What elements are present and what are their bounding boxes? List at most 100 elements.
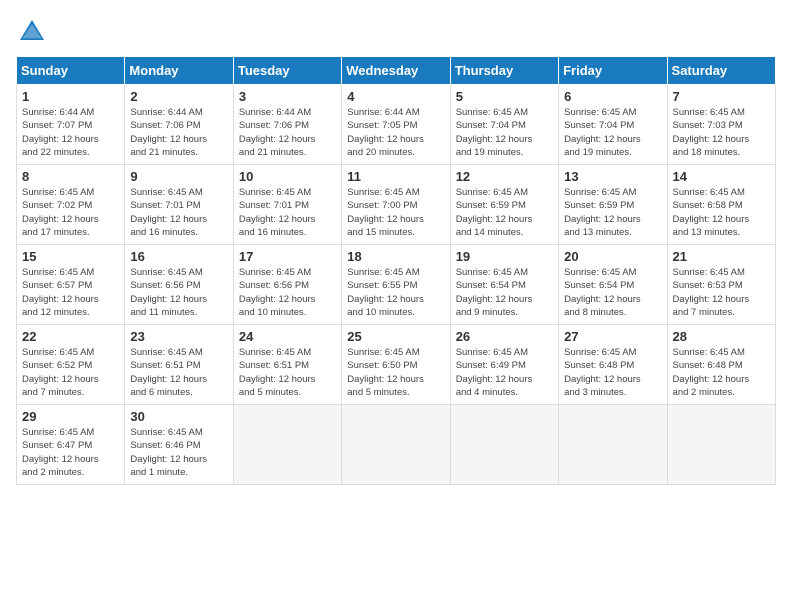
day-cell: 18 Sunrise: 6:45 AMSunset: 6:55 PMDayligh… [342, 245, 450, 325]
day-number: 20 [564, 249, 661, 264]
day-cell: 3 Sunrise: 6:44 AMSunset: 7:06 PMDaylight… [233, 85, 341, 165]
day-cell: 17 Sunrise: 6:45 AMSunset: 6:56 PMDayligh… [233, 245, 341, 325]
day-cell: 19Sunrise: 6:45 AMSunset: 6:54 PMDayligh… [450, 245, 558, 325]
day-cell: 28 Sunrise: 6:45 AMSunset: 6:48 PMDayligh… [667, 325, 775, 405]
week-row: 22 Sunrise: 6:45 AMSunset: 6:52 PMDayligh… [17, 325, 776, 405]
day-number: 3 [239, 89, 336, 104]
day-number: 14 [673, 169, 770, 184]
day-number: 24 [239, 329, 336, 344]
day-info: Sunrise: 6:45 AMSunset: 7:00 PMDaylight:… [347, 186, 444, 239]
day-cell: 7 Sunrise: 6:45 AMSunset: 7:03 PMDaylight… [667, 85, 775, 165]
day-info: Sunrise: 6:45 AMSunset: 6:57 PMDaylight:… [22, 266, 119, 319]
day-cell [667, 405, 775, 485]
day-cell: 11Sunrise: 6:45 AMSunset: 7:00 PMDayligh… [342, 165, 450, 245]
header-cell-thursday: Thursday [450, 57, 558, 85]
logo [16, 16, 52, 48]
day-info: Sunrise: 6:45 AMSunset: 6:46 PMDaylight:… [130, 426, 227, 479]
day-number: 25 [347, 329, 444, 344]
day-info: Sunrise: 6:45 AMSunset: 6:59 PMDaylight:… [564, 186, 661, 239]
day-cell: 20 Sunrise: 6:45 AMSunset: 6:54 PMDayligh… [559, 245, 667, 325]
day-info: Sunrise: 6:45 AMSunset: 7:03 PMDaylight:… [673, 106, 770, 159]
header-cell-wednesday: Wednesday [342, 57, 450, 85]
day-number: 30 [130, 409, 227, 424]
header-cell-monday: Monday [125, 57, 233, 85]
day-number: 22 [22, 329, 119, 344]
day-cell: 22 Sunrise: 6:45 AMSunset: 6:52 PMDayligh… [17, 325, 125, 405]
header-cell-saturday: Saturday [667, 57, 775, 85]
day-cell [559, 405, 667, 485]
logo-icon [16, 16, 48, 48]
day-cell: 6 Sunrise: 6:45 AMSunset: 7:04 PMDaylight… [559, 85, 667, 165]
day-info: Sunrise: 6:45 AMSunset: 7:04 PMDaylight:… [564, 106, 661, 159]
day-info: Sunrise: 6:44 AMSunset: 7:06 PMDaylight:… [130, 106, 227, 159]
day-info: Sunrise: 6:45 AMSunset: 6:51 PMDaylight:… [239, 346, 336, 399]
day-number: 9 [130, 169, 227, 184]
day-info: Sunrise: 6:45 AMSunset: 6:49 PMDaylight:… [456, 346, 553, 399]
day-info: Sunrise: 6:44 AMSunset: 7:07 PMDaylight:… [22, 106, 119, 159]
day-number: 19 [456, 249, 553, 264]
header-row: SundayMondayTuesdayWednesdayThursdayFrid… [17, 57, 776, 85]
day-number: 10 [239, 169, 336, 184]
day-cell: 4Sunrise: 6:44 AMSunset: 7:05 PMDaylight… [342, 85, 450, 165]
day-cell: 23 Sunrise: 6:45 AMSunset: 6:51 PMDayligh… [125, 325, 233, 405]
day-info: Sunrise: 6:45 AMSunset: 6:54 PMDaylight:… [564, 266, 661, 319]
day-number: 7 [673, 89, 770, 104]
day-info: Sunrise: 6:45 AMSunset: 7:01 PMDaylight:… [239, 186, 336, 239]
day-cell: 29 Sunrise: 6:45 AMSunset: 6:47 PMDayligh… [17, 405, 125, 485]
day-number: 5 [456, 89, 553, 104]
day-cell: 21 Sunrise: 6:45 AMSunset: 6:53 PMDayligh… [667, 245, 775, 325]
day-info: Sunrise: 6:45 AMSunset: 6:48 PMDaylight:… [564, 346, 661, 399]
day-number: 2 [130, 89, 227, 104]
day-cell: 27 Sunrise: 6:45 AMSunset: 6:48 PMDayligh… [559, 325, 667, 405]
week-row: 15 Sunrise: 6:45 AMSunset: 6:57 PMDayligh… [17, 245, 776, 325]
calendar-body: 1Sunrise: 6:44 AMSunset: 7:07 PMDaylight… [17, 85, 776, 485]
day-info: Sunrise: 6:45 AMSunset: 6:53 PMDaylight:… [673, 266, 770, 319]
day-number: 23 [130, 329, 227, 344]
calendar: SundayMondayTuesdayWednesdayThursdayFrid… [16, 56, 776, 485]
day-info: Sunrise: 6:45 AMSunset: 6:58 PMDaylight:… [673, 186, 770, 239]
header [16, 16, 776, 48]
day-info: Sunrise: 6:45 AMSunset: 6:47 PMDaylight:… [22, 426, 119, 479]
day-info: Sunrise: 6:45 AMSunset: 6:51 PMDaylight:… [130, 346, 227, 399]
day-cell: 16 Sunrise: 6:45 AMSunset: 6:56 PMDayligh… [125, 245, 233, 325]
day-number: 17 [239, 249, 336, 264]
day-cell: 1Sunrise: 6:44 AMSunset: 7:07 PMDaylight… [17, 85, 125, 165]
day-info: Sunrise: 6:45 AMSunset: 6:56 PMDaylight:… [130, 266, 227, 319]
day-cell [450, 405, 558, 485]
day-cell: 14 Sunrise: 6:45 AMSunset: 6:58 PMDayligh… [667, 165, 775, 245]
calendar-header: SundayMondayTuesdayWednesdayThursdayFrid… [17, 57, 776, 85]
day-cell: 30 Sunrise: 6:45 AMSunset: 6:46 PMDayligh… [125, 405, 233, 485]
day-info: Sunrise: 6:45 AMSunset: 6:55 PMDaylight:… [347, 266, 444, 319]
day-cell: 25 Sunrise: 6:45 AMSunset: 6:50 PMDayligh… [342, 325, 450, 405]
day-cell [233, 405, 341, 485]
day-cell: 26 Sunrise: 6:45 AMSunset: 6:49 PMDayligh… [450, 325, 558, 405]
day-info: Sunrise: 6:45 AMSunset: 6:50 PMDaylight:… [347, 346, 444, 399]
day-number: 28 [673, 329, 770, 344]
day-info: Sunrise: 6:44 AMSunset: 7:06 PMDaylight:… [239, 106, 336, 159]
day-info: Sunrise: 6:44 AMSunset: 7:05 PMDaylight:… [347, 106, 444, 159]
day-info: Sunrise: 6:45 AMSunset: 7:04 PMDaylight:… [456, 106, 553, 159]
day-info: Sunrise: 6:45 AMSunset: 7:02 PMDaylight:… [22, 186, 119, 239]
header-cell-friday: Friday [559, 57, 667, 85]
day-number: 21 [673, 249, 770, 264]
day-info: Sunrise: 6:45 AMSunset: 6:56 PMDaylight:… [239, 266, 336, 319]
day-info: Sunrise: 6:45 AMSunset: 7:01 PMDaylight:… [130, 186, 227, 239]
week-row: 29 Sunrise: 6:45 AMSunset: 6:47 PMDayligh… [17, 405, 776, 485]
day-cell: 24 Sunrise: 6:45 AMSunset: 6:51 PMDayligh… [233, 325, 341, 405]
day-number: 15 [22, 249, 119, 264]
day-info: Sunrise: 6:45 AMSunset: 6:59 PMDaylight:… [456, 186, 553, 239]
header-cell-sunday: Sunday [17, 57, 125, 85]
day-info: Sunrise: 6:45 AMSunset: 6:48 PMDaylight:… [673, 346, 770, 399]
day-number: 6 [564, 89, 661, 104]
day-info: Sunrise: 6:45 AMSunset: 6:52 PMDaylight:… [22, 346, 119, 399]
day-number: 13 [564, 169, 661, 184]
header-cell-tuesday: Tuesday [233, 57, 341, 85]
day-number: 29 [22, 409, 119, 424]
day-number: 27 [564, 329, 661, 344]
day-cell: 2 Sunrise: 6:44 AMSunset: 7:06 PMDaylight… [125, 85, 233, 165]
day-number: 26 [456, 329, 553, 344]
day-number: 18 [347, 249, 444, 264]
day-cell [342, 405, 450, 485]
day-cell: 8Sunrise: 6:45 AMSunset: 7:02 PMDaylight… [17, 165, 125, 245]
day-number: 16 [130, 249, 227, 264]
